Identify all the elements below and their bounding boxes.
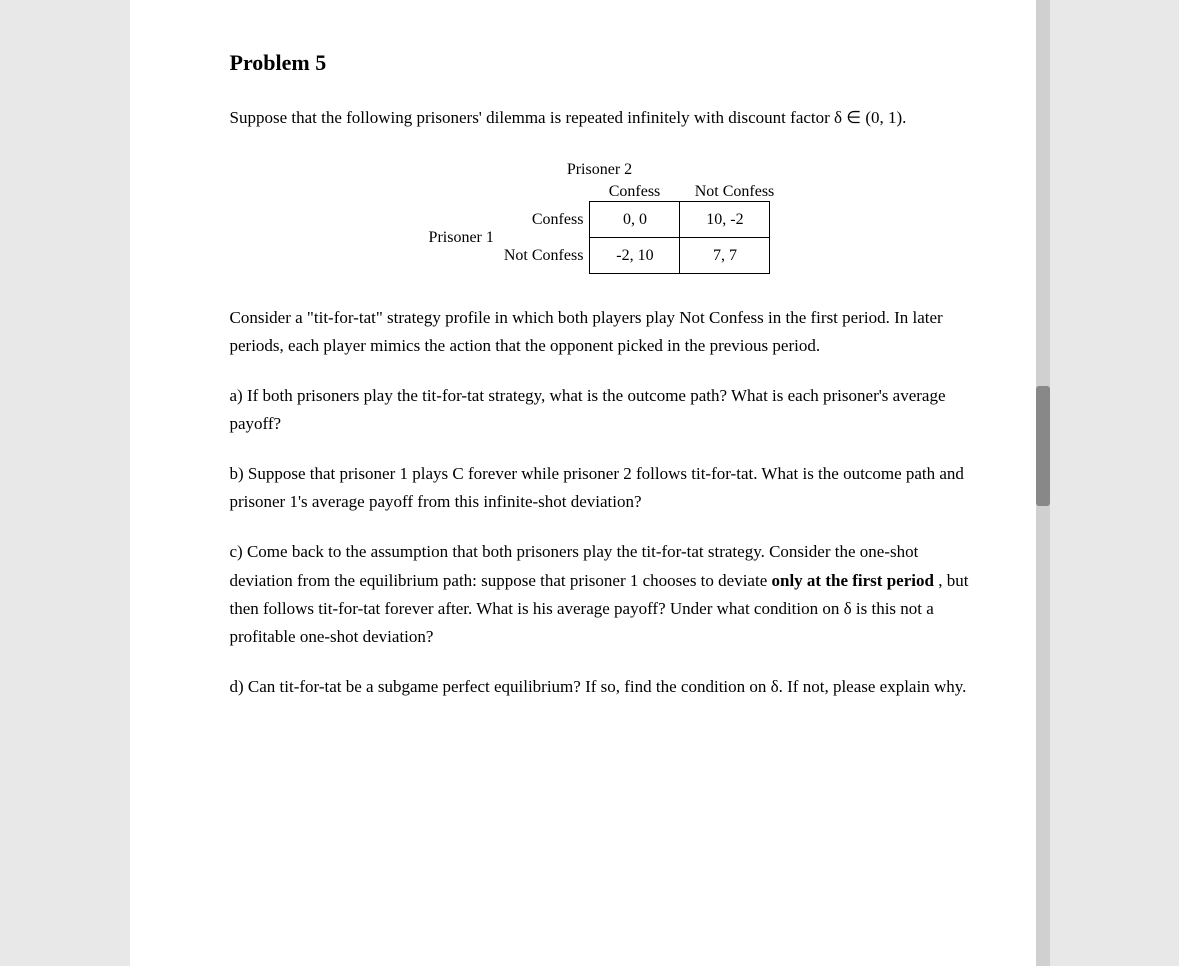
prisoner1-label-wrapper: Prisoner 1 [429,229,494,247]
cell-10: -2, 10 [590,238,680,274]
payoff-table: 0, 0 10, -2 -2, 10 7, 7 [589,201,770,274]
col-header-notconfess: Not Confess [680,183,790,201]
row-label-notconfess: Not Confess [504,238,584,274]
page-title: Problem 5 [230,50,970,76]
table-row: -2, 10 7, 7 [590,238,770,274]
prisoner1-label: Prisoner 1 [429,229,494,247]
page: Problem 5 Suppose that the following pri… [130,0,1050,966]
cell-00: 0, 0 [590,202,680,238]
table-row: 0, 0 10, -2 [590,202,770,238]
scrollbar[interactable] [1036,0,1050,966]
intro-text: Suppose that the following prisoners' di… [230,104,970,131]
question-c: c) Come back to the assumption that both… [230,538,970,650]
question-d: d) Can tit-for-tat be a subgame perfect … [230,673,970,701]
row-labels: Confess Not Confess [504,202,584,274]
matrix-outer: Prisoner 2 Confess Not Confess Prisoner … [410,161,790,274]
question-b: b) Suppose that prisoner 1 plays C forev… [230,460,970,516]
scrollbar-thumb[interactable] [1036,386,1050,506]
cell-11: 7, 7 [680,238,770,274]
row-label-confess: Confess [532,202,584,238]
tit-for-tat-description: Consider a "tit-for-tat" strategy profil… [230,304,970,360]
prisoner2-label: Prisoner 2 [567,161,632,179]
question-c-bold: only at the first period [772,571,934,590]
matrix-with-row-labels: Prisoner 1 Confess Not Confess 0, 0 10, … [429,201,771,274]
col-header-confess: Confess [590,183,680,201]
cell-01: 10, -2 [680,202,770,238]
game-matrix-container: Prisoner 2 Confess Not Confess Prisoner … [230,161,970,274]
question-a: a) If both prisoners play the tit-for-ta… [230,382,970,438]
